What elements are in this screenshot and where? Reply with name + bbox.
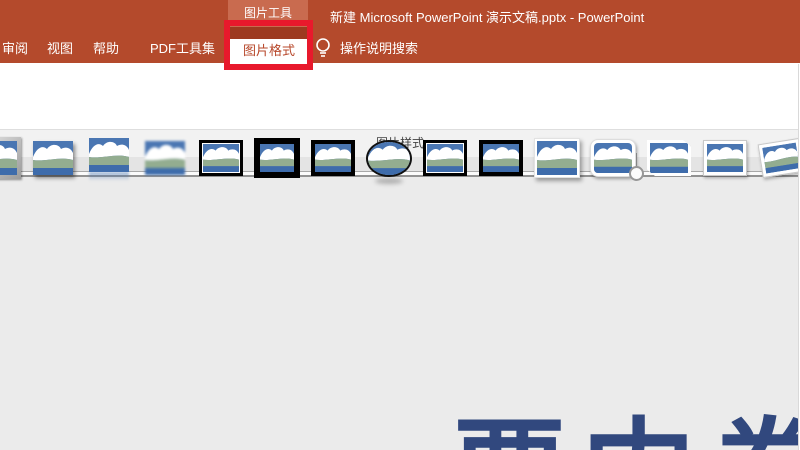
picture-style-simple-frame-white[interactable] (534, 136, 580, 180)
tab-help[interactable]: 帮助 (93, 38, 119, 57)
powerpoint-window: 图片工具 新建 Microsoft PowerPoint 演示文稿.pptx -… (0, 0, 800, 450)
picture-style-soft-edge-rectangle[interactable] (142, 136, 188, 180)
landscape-thumbnail-icon (260, 144, 294, 172)
picture-style-frame (423, 140, 467, 176)
picture-style-rotated-frame-white[interactable] (755, 133, 800, 184)
landscape-thumbnail-icon (594, 143, 632, 173)
landscape-thumbnail-icon (707, 144, 743, 172)
landscape-thumbnail-icon (203, 144, 239, 172)
tell-me-search[interactable]: 操作说明搜索 (340, 38, 418, 57)
picture-style-frame (366, 140, 412, 177)
contextual-tab-group-label: 图片工具 (228, 0, 308, 27)
picture-style-frame (33, 141, 73, 175)
picture-style-frame (479, 140, 523, 176)
picture-style-metal-frame-black[interactable] (422, 136, 468, 180)
landscape-thumbnail-icon (0, 141, 17, 175)
lightbulb-icon[interactable] (313, 37, 333, 60)
tab-pdf-tools[interactable]: PDF工具集 (150, 38, 215, 57)
picture-style-frame (145, 141, 185, 175)
resize-handle-top-center[interactable] (629, 166, 644, 181)
picture-style-frame (0, 137, 21, 179)
landscape-thumbnail-icon (762, 143, 800, 174)
landscape-thumbnail-icon (315, 144, 351, 172)
contextual-tab-shade (230, 27, 308, 39)
picture-style-frame (647, 140, 691, 176)
picture-styles-gallery (0, 136, 800, 180)
landscape-thumbnail-icon (537, 141, 577, 175)
picture-style-thick-frame-black[interactable] (254, 136, 300, 180)
picture-style-frame (199, 140, 243, 176)
picture-style-beveled-metal-frame[interactable] (0, 136, 20, 180)
picture-style-bordered-frame-white[interactable] (702, 136, 748, 180)
picture-style-frame (254, 138, 300, 178)
landscape-thumbnail-icon (483, 144, 519, 172)
picture-style-moderate-frame-black[interactable] (310, 136, 356, 180)
tab-view[interactable]: 视图 (47, 38, 73, 57)
selected-picture[interactable]: 要内卷 (0, 177, 800, 450)
picture-style-frame (534, 138, 580, 178)
picture-style-double-frame-black[interactable] (198, 136, 244, 180)
landscape-thumbnail-icon (145, 141, 185, 175)
window-title: 新建 Microsoft PowerPoint 演示文稿.pptx - Powe… (330, 7, 644, 26)
title-bar: 图片工具 新建 Microsoft PowerPoint 演示文稿.pptx -… (0, 0, 800, 63)
picture-style-frame (703, 140, 747, 176)
picture-style-frame (758, 138, 800, 178)
slide-title-text: 要内卷 (452, 381, 800, 450)
landscape-thumbnail-icon (650, 143, 688, 173)
picture-style-simple-frame-black[interactable] (478, 136, 524, 180)
tab-review[interactable]: 审阅 (2, 38, 28, 57)
picture-style-beveled-oval-black[interactable] (366, 136, 412, 180)
picture-style-snip-corner-white[interactable] (646, 136, 692, 180)
picture-style-frame (89, 138, 129, 172)
picture-style-frame (311, 140, 355, 176)
landscape-thumbnail-icon (427, 144, 463, 172)
landscape-thumbnail-icon (368, 142, 410, 175)
landscape-thumbnail-icon (89, 138, 129, 172)
picture-style-reflected-rectangle[interactable] (86, 136, 132, 180)
tab-picture-format-active[interactable]: 图片格式 (230, 39, 308, 63)
ribbon-content-area (0, 63, 800, 130)
landscape-thumbnail-icon (33, 141, 73, 175)
picture-style-drop-shadow-rectangle[interactable] (30, 136, 76, 180)
